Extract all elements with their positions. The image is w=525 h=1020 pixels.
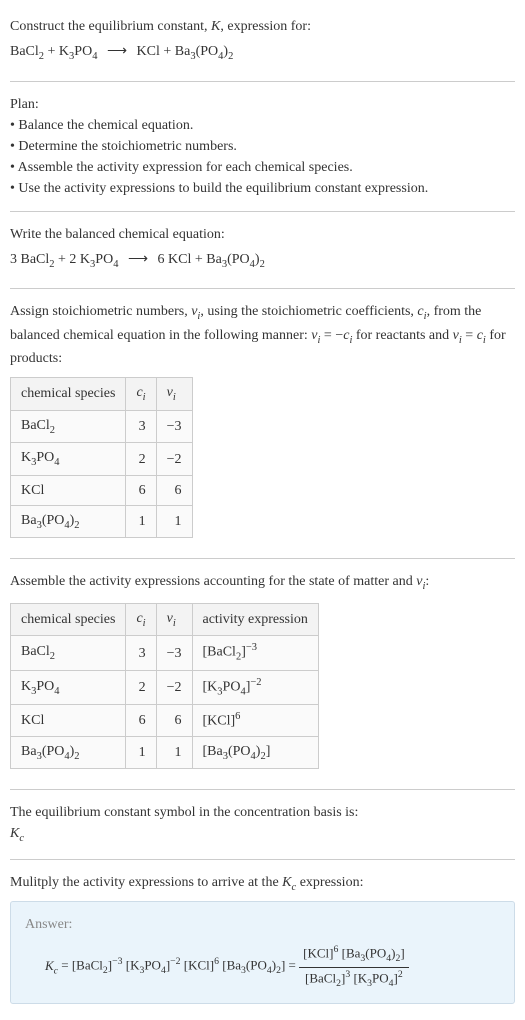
cell-ci: 2: [126, 670, 156, 704]
col-nui: νi: [156, 378, 192, 411]
stoich-table: chemical species ci νi BaCl2 3 −3 K3PO4 …: [10, 377, 193, 538]
answer-section: Mulitply the activity expressions to arr…: [10, 864, 515, 1013]
text: Assemble the activity expressions accoun…: [10, 574, 416, 589]
table-row: KCl 6 6: [11, 475, 193, 505]
cell-nui: −2: [156, 670, 192, 704]
cell-ci: 1: [126, 505, 156, 538]
col-ci: ci: [126, 378, 156, 411]
kc-expression: Kc = [BaCl2]−3 [K3PO4]−2 [KCl]6 [Ba3(PO4…: [25, 943, 500, 991]
cell-nui: 1: [156, 736, 192, 769]
kc-symbol-text: The equilibrium constant symbol in the c…: [10, 802, 515, 823]
text: for reactants and: [352, 328, 452, 343]
balanced-section: Write the balanced chemical equation: 3 …: [10, 216, 515, 285]
col-species: chemical species: [11, 603, 126, 636]
text: :: [425, 574, 429, 589]
plan-item: Assemble the activity expression for eac…: [10, 157, 515, 178]
intro-prefix: Construct the equilibrium constant,: [10, 19, 211, 34]
kc-symbol: Kc: [10, 823, 515, 847]
intro-K: K: [211, 19, 220, 34]
divider: [10, 81, 515, 82]
cell-species: KCl: [11, 704, 126, 736]
table-header-row: chemical species ci νi: [11, 378, 193, 411]
divider: [10, 211, 515, 212]
divider: [10, 288, 515, 289]
table-header-row: chemical species ci νi activity expressi…: [11, 603, 319, 636]
activity-section: Assemble the activity expressions accoun…: [10, 563, 515, 785]
cell-nui: 6: [156, 704, 192, 736]
cell-activity: [K3PO4]−2: [192, 670, 318, 704]
cell-species: Ba3(PO4)2: [11, 736, 126, 769]
answer-label: Answer:: [25, 914, 500, 935]
cell-activity: [KCl]6: [192, 704, 318, 736]
cell-nui: −2: [156, 443, 192, 476]
divider: [10, 789, 515, 790]
col-ci: ci: [126, 603, 156, 636]
cell-species: KCl: [11, 475, 126, 505]
cell-ci: 6: [126, 475, 156, 505]
table-row: BaCl2 3 −3 [BaCl2]−3: [11, 636, 319, 670]
table-row: KCl 6 6 [KCl]6: [11, 704, 319, 736]
cell-species: K3PO4: [11, 443, 126, 476]
table-row: K3PO4 2 −2 [K3PO4]−2: [11, 670, 319, 704]
cell-nui: −3: [156, 410, 192, 443]
cell-activity: [BaCl2]−3: [192, 636, 318, 670]
table-row: K3PO4 2 −2: [11, 443, 193, 476]
col-nui: νi: [156, 603, 192, 636]
table-row: Ba3(PO4)2 1 1: [11, 505, 193, 538]
plan-item: Determine the stoichiometric numbers.: [10, 136, 515, 157]
intro-suffix: , expression for:: [220, 19, 311, 34]
plan-item: Balance the chemical equation.: [10, 115, 515, 136]
text: Assign stoichiometric numbers,: [10, 304, 191, 319]
intro-section: Construct the equilibrium constant, K, e…: [10, 8, 515, 77]
kc-symbol: Kc: [282, 875, 296, 890]
table-row: BaCl2 3 −3: [11, 410, 193, 443]
activity-table: chemical species ci νi activity expressi…: [10, 603, 319, 769]
intro-line: Construct the equilibrium constant, K, e…: [10, 16, 515, 37]
plan-section: Plan: Balance the chemical equation. Det…: [10, 86, 515, 207]
cell-ci: 1: [126, 736, 156, 769]
table-row: Ba3(PO4)2 1 1 [Ba3(PO4)2]: [11, 736, 319, 769]
text: =: [462, 328, 477, 343]
stoich-text: Assign stoichiometric numbers, νi, using…: [10, 301, 515, 369]
cell-ci: 3: [126, 636, 156, 670]
unbalanced-equation: BaCl2 + K3PO4 ⟶ KCl + Ba3(PO4)2: [10, 41, 515, 65]
cell-activity: [Ba3(PO4)2]: [192, 736, 318, 769]
cell-nui: −3: [156, 636, 192, 670]
cell-ci: 6: [126, 704, 156, 736]
text: , using the stoichiometric coefficients,: [200, 304, 417, 319]
balanced-equation: 3 BaCl2 + 2 K3PO4 ⟶ 6 KCl + Ba3(PO4)2: [10, 249, 515, 273]
cell-species: BaCl2: [11, 636, 126, 670]
text: Mulitply the activity expressions to arr…: [10, 875, 282, 890]
divider: [10, 859, 515, 860]
divider: [10, 558, 515, 559]
multiply-text: Mulitply the activity expressions to arr…: [10, 872, 515, 896]
fraction: [KCl]6 [Ba3(PO4)2] [BaCl2]3 [K3PO4]2: [299, 943, 409, 991]
cell-nui: 1: [156, 505, 192, 538]
plan-heading: Plan:: [10, 94, 515, 115]
cell-ci: 2: [126, 443, 156, 476]
kc-symbol-section: The equilibrium constant symbol in the c…: [10, 794, 515, 855]
c-symbol: ci: [477, 328, 486, 343]
stoich-section: Assign stoichiometric numbers, νi, using…: [10, 293, 515, 554]
nu-symbol: νi: [453, 328, 462, 343]
text: = −: [320, 328, 343, 343]
c-symbol: ci: [417, 304, 426, 319]
activity-heading: Assemble the activity expressions accoun…: [10, 571, 515, 595]
plan-list: Balance the chemical equation. Determine…: [10, 115, 515, 199]
nu-symbol: νi: [191, 304, 200, 319]
cell-ci: 3: [126, 410, 156, 443]
text: expression:: [296, 875, 363, 890]
c-symbol: ci: [343, 328, 352, 343]
col-activity: activity expression: [192, 603, 318, 636]
balanced-heading: Write the balanced chemical equation:: [10, 224, 515, 245]
cell-species: K3PO4: [11, 670, 126, 704]
cell-nui: 6: [156, 475, 192, 505]
cell-species: BaCl2: [11, 410, 126, 443]
plan-item: Use the activity expressions to build th…: [10, 178, 515, 199]
answer-box: Answer: Kc = [BaCl2]−3 [K3PO4]−2 [KCl]6 …: [10, 901, 515, 1004]
col-species: chemical species: [11, 378, 126, 411]
cell-species: Ba3(PO4)2: [11, 505, 126, 538]
